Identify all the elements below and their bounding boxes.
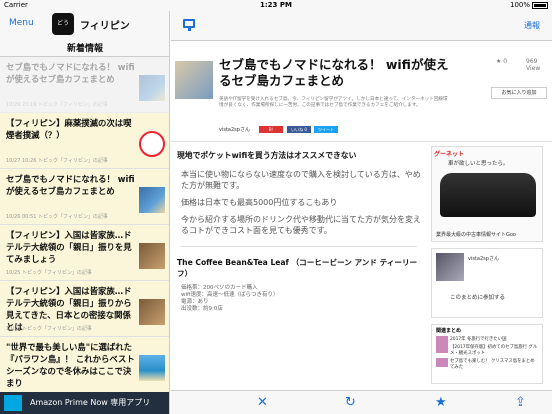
amazon-icon	[4, 395, 22, 411]
related-item[interactable]: セブ島でも楽しむ！ クリスマス島をまとめてみた	[436, 358, 538, 370]
article-panel: 通報 セブ島でもノマドになれる！ wifiが使えるセブ島カフェまとめ 英語やIT…	[171, 11, 552, 414]
cafe-spec: 電源：あり	[181, 299, 209, 305]
cafe-spec: wifi速度：高速〜低速（ばらつき有り）	[181, 292, 279, 298]
list-item[interactable]: 【フィリピン】麻薬撲滅の次は喫煙者撲滅（？） 10/27 10:26 トピック「…	[0, 113, 169, 169]
join-button[interactable]: このまとめに参加する	[450, 293, 505, 301]
news-list-panel: Menu どう フィリピン 新着情報 セブ島でもノマドになれる！ wifiが使え…	[0, 11, 170, 414]
list-item-title: "世界で最も美しい島"に選ばれた『パラワン島』！ これからベストシーズンなので冬…	[6, 342, 135, 388]
hatena-button[interactable]: B!	[259, 126, 283, 133]
battery-indicator: 100%	[510, 1, 548, 9]
fullscreen-icon[interactable]	[183, 19, 195, 31]
ad-brand: グーネット	[434, 151, 465, 158]
list-item-meta: 10/24 トピック「フィリピン」の記事	[6, 326, 92, 332]
related-list: 関連まとめ 2017年 冬旅行で行きたい国 【2017年保存版】初めてのセブ島旅…	[431, 324, 543, 384]
list-item[interactable]: セブ島でもノマドになれる！ wifiが使えるセブ島カフェまとめ 10/26 00…	[0, 169, 169, 225]
share-icon[interactable]: ⇪	[515, 395, 526, 410]
site-name: フィリピン	[80, 21, 130, 32]
bottom-toolbar: ✕ ↻ ★ ⇪	[171, 390, 552, 414]
thumbnail-image	[139, 187, 165, 213]
article-body: 現地でポケットwifiを買う方法はオススメできない 本当に使い物にならない速度な…	[171, 141, 552, 384]
divider	[181, 246, 417, 247]
list-item[interactable]: 【フィリピン】入国は皆家族…ドテルテ大統領の「親日」振りを見てみましょう 10/…	[0, 225, 169, 281]
car-ad[interactable]: グーネット 車が欲しいと思ったら。 業界最大級の中古車情報サイトGoo	[431, 146, 543, 242]
ad-tagline: 車が欲しいと思ったら。	[448, 161, 509, 167]
list-item-title: 【フィリピン】麻薬撲滅の次は喫煙者撲滅（？）	[6, 118, 132, 140]
quote-paragraph: 本当に使い物にならない速度なので購入を検討している方は、やめた方が無難です。	[181, 170, 421, 190]
ad-footer: 業界最大級の中古車情報サイトGoo	[436, 232, 516, 238]
related-item[interactable]: 【2017年保存版】初めてのセブ島旅行 グルメ・観光スポット	[436, 344, 538, 356]
facebook-like-button[interactable]: いいね 0	[287, 126, 311, 133]
amazon-ad-banner[interactable]: Amazon Prime Now 専用アプリ	[0, 392, 169, 414]
view-count: 969 View	[526, 58, 540, 72]
left-navbar: Menu どう フィリピン 新着情報	[0, 11, 169, 57]
thumbnail-image	[139, 355, 165, 381]
site-logo-icon: どう	[52, 13, 74, 35]
stars-value: 0	[503, 58, 508, 65]
star-count: ★ 0	[496, 58, 508, 65]
article-sidebar: グーネット 車が欲しいと思ったら。 業界最大級の中古車情報サイトGoo vist…	[431, 146, 551, 384]
avatar	[436, 253, 464, 281]
profile-name[interactable]: vista2spさん	[468, 255, 499, 262]
article-thumbnail	[175, 61, 213, 99]
article-title: セブ島でもノマドになれる！ wifiが使えるセブ島カフェまとめ	[219, 57, 449, 88]
article-content: 現地でポケットwifiを買う方法はオススメできない 本当に使い物にならない速度な…	[175, 146, 423, 313]
related-heading: 関連まとめ	[436, 328, 462, 334]
clock: 1:23 PM	[260, 1, 292, 9]
quote-paragraph: 今から紹介する場所のドリンク代や移動代に当てた方が気分を変えるコトができコスト面…	[181, 215, 421, 235]
close-icon[interactable]: ✕	[257, 395, 268, 410]
article-navbar: 通報	[171, 11, 552, 41]
thumbnail-image	[139, 299, 165, 325]
section-heading: 現地でポケットwifiを買う方法はオススメできない	[177, 151, 357, 160]
list-item-meta: 10/25 トピック「フィリピン」の記事	[6, 270, 92, 276]
list-item-title: セブ島でもノマドになれる！ wifiが使えるセブ島カフェまとめ	[6, 174, 135, 196]
related-item[interactable]: 2017年 冬旅行で行きたい国	[436, 336, 538, 345]
battery-percent: 100%	[509, 1, 530, 9]
list-item[interactable]: セブ島でもノマドになれる！ wifiが使えるセブ島カフェまとめ 10/29 23…	[0, 57, 169, 113]
section-title: 新着情報	[66, 44, 103, 54]
add-favorite-button[interactable]: お気に入り追加	[491, 87, 547, 99]
views-label: View	[526, 65, 541, 72]
tweet-button[interactable]: ツイート	[314, 126, 338, 133]
battery-icon	[532, 1, 548, 9]
status-bar: Carrier 1:23 PM 100%	[0, 0, 552, 11]
cafe-title: The Coffee Bean&Tea Leaf （コーヒービーン アンド ティ…	[177, 258, 418, 278]
list-item[interactable]: "世界で最も美しい島"に選ばれた『パラワン島』！ これからベストシーズンなので冬…	[0, 337, 169, 393]
profile-card: vista2spさん このまとめに参加する	[431, 248, 543, 318]
thumbnail-image	[139, 243, 165, 269]
list-item-meta: 10/26 00:51 トピック「フィリピン」の記事	[6, 214, 108, 220]
thumbnail-image	[139, 75, 165, 101]
list-item-title: 【フィリピン】入国は皆家族…ドテルテ大統領の「親日」振りを見てみましょう	[6, 230, 132, 264]
list-item-title: セブ島でもノマドになれる！ wifiが使えるセブ島カフェまとめ	[6, 62, 135, 84]
quote-paragraph: 価格は日本でも最高5000円位するこもあり	[181, 198, 338, 207]
car-image	[440, 173, 536, 217]
list-item-meta: 10/27 10:26 トピック「フィリピン」の記事	[6, 158, 108, 164]
reload-icon[interactable]: ↻	[345, 395, 356, 410]
ad-text: Amazon Prime Now 専用アプリ	[30, 398, 151, 407]
cafe-spec: 価格帯：200ペソのカード購入	[181, 285, 258, 291]
report-button[interactable]: 通報	[524, 20, 540, 31]
star-icon[interactable]: ★	[435, 395, 447, 410]
author-name[interactable]: vista2spさん	[219, 126, 250, 133]
list-item[interactable]: 【フィリピン】入国は皆家族…ドテルテ大統領の「親日」振りから見えてきた、日本との…	[0, 281, 169, 337]
no-smoking-thumbnail	[139, 131, 165, 157]
views-value: 969	[526, 58, 538, 65]
article-description: 英語やIT留学を受け入れるセブ島。今、フィリピン留学がアツイ。しかし日本と違って…	[219, 97, 448, 108]
cafe-spec: 出没数：約9:0店	[181, 306, 223, 312]
article-header: セブ島でもノマドになれる！ wifiが使えるセブ島カフェまとめ 英語やIT留学を…	[171, 41, 552, 141]
list-item-meta: 10/29 23:19 トピック「フィリピン」の記事	[6, 102, 108, 108]
menu-button[interactable]: Menu	[9, 18, 34, 28]
